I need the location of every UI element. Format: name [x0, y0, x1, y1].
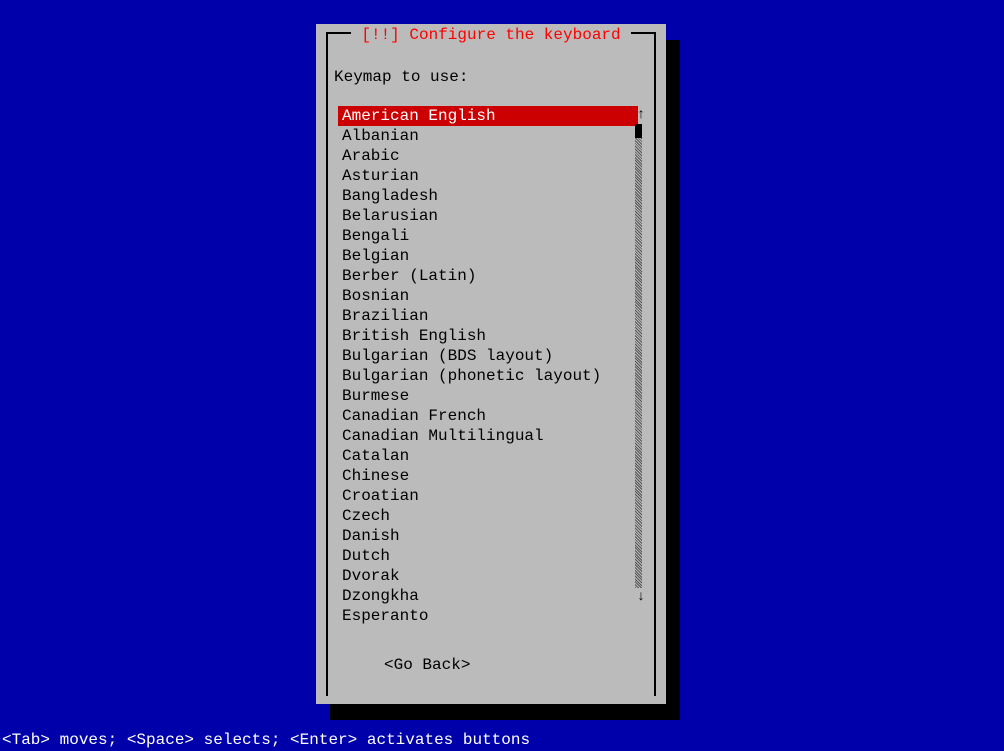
- list-item[interactable]: Bulgarian (phonetic layout): [338, 366, 638, 386]
- list-item[interactable]: Esperanto: [338, 606, 638, 626]
- list-item[interactable]: Burmese: [338, 386, 638, 406]
- dialog-title: [!!] Configure the keyboard: [351, 26, 630, 44]
- list-item[interactable]: Dvorak: [338, 566, 638, 586]
- list-item[interactable]: Asturian: [338, 166, 638, 186]
- list-item[interactable]: Brazilian: [338, 306, 638, 326]
- list-item[interactable]: American English: [338, 106, 638, 126]
- go-back-button[interactable]: <Go Back>: [384, 656, 470, 674]
- list-item[interactable]: Canadian Multilingual: [338, 426, 638, 446]
- list-item[interactable]: Albanian: [338, 126, 638, 146]
- list-item[interactable]: Arabic: [338, 146, 638, 166]
- list-item[interactable]: Belarusian: [338, 206, 638, 226]
- scrollbar[interactable]: ↑ ↓: [634, 106, 648, 626]
- list-item[interactable]: Chinese: [338, 466, 638, 486]
- list-item[interactable]: Dzongkha: [338, 586, 638, 606]
- scroll-up-icon[interactable]: ↑: [634, 106, 648, 124]
- configure-keyboard-dialog: [!!] Configure the keyboard Keymap to us…: [316, 24, 666, 704]
- scroll-down-icon[interactable]: ↓: [634, 588, 648, 606]
- list-item[interactable]: British English: [338, 326, 638, 346]
- keymap-list[interactable]: American EnglishAlbanianArabicAsturianBa…: [338, 106, 638, 626]
- list-item[interactable]: Bulgarian (BDS layout): [338, 346, 638, 366]
- keymap-prompt: Keymap to use:: [334, 68, 468, 86]
- list-item[interactable]: Croatian: [338, 486, 638, 506]
- list-item[interactable]: Berber (Latin): [338, 266, 638, 286]
- scrollbar-thumb[interactable]: [635, 124, 642, 138]
- list-item[interactable]: Dutch: [338, 546, 638, 566]
- list-item[interactable]: Belgian: [338, 246, 638, 266]
- dialog-title-wrap: [!!] Configure the keyboard: [316, 26, 666, 44]
- footer-help-text: <Tab> moves; <Space> selects; <Enter> ac…: [2, 731, 530, 749]
- list-item[interactable]: Czech: [338, 506, 638, 526]
- scrollbar-track[interactable]: [635, 138, 642, 588]
- list-item[interactable]: Canadian French: [338, 406, 638, 426]
- list-item[interactable]: Catalan: [338, 446, 638, 466]
- list-item[interactable]: Bengali: [338, 226, 638, 246]
- list-item[interactable]: Bangladesh: [338, 186, 638, 206]
- list-item[interactable]: Danish: [338, 526, 638, 546]
- list-item[interactable]: Bosnian: [338, 286, 638, 306]
